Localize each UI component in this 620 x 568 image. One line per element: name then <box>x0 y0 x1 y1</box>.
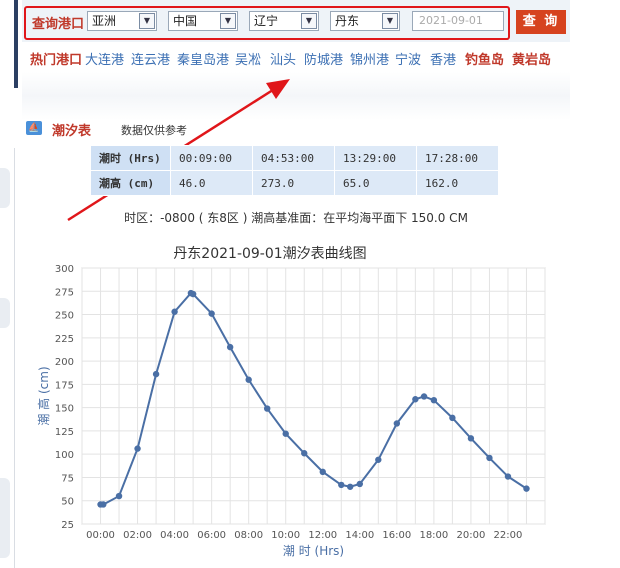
tide-data-point <box>319 468 326 476</box>
y-tick-label: 50 <box>61 497 74 508</box>
y-axis-label: 潮 高 (cm) <box>36 366 51 425</box>
tide-data-point <box>264 405 271 412</box>
x-tick-label: 02:00 <box>123 530 152 541</box>
x-tick-label: 00:00 <box>86 530 115 541</box>
tide-data-point <box>467 435 475 442</box>
tide-data-point <box>245 376 252 383</box>
y-tick-label: 300 <box>55 264 74 275</box>
tide-data-point <box>115 492 123 500</box>
x-tick-label: 10:00 <box>271 530 300 541</box>
tide-data-point <box>208 310 215 317</box>
y-tick-label: 225 <box>55 334 74 345</box>
tide-data-point <box>282 430 289 437</box>
y-tick-label: 250 <box>55 311 74 322</box>
y-tick-label: 125 <box>55 427 74 438</box>
tide-data-point <box>152 370 160 378</box>
x-axis-label: 潮 时 (Hrs) <box>283 543 344 558</box>
y-tick-label: 150 <box>55 404 74 415</box>
x-tick-label: 18:00 <box>419 530 448 541</box>
x-tick-label: 20:00 <box>457 530 486 541</box>
tide-data-point <box>301 450 308 457</box>
x-tick-label: 16:00 <box>382 530 411 541</box>
y-tick-label: 275 <box>55 287 74 298</box>
x-tick-label: 06:00 <box>197 530 226 541</box>
tide-data-point <box>171 308 178 315</box>
tide-data-point <box>430 396 438 404</box>
y-tick-label: 175 <box>55 380 74 391</box>
x-tick-label: 08:00 <box>234 530 263 541</box>
y-tick-label: 75 <box>61 473 74 484</box>
y-tick-label: 25 <box>61 520 74 531</box>
tide-data-point <box>346 483 354 490</box>
tide-data-point <box>356 480 363 488</box>
tide-data-point <box>420 393 428 400</box>
tide-data-point <box>338 481 345 489</box>
tide-data-point <box>504 473 512 480</box>
tide-chart: 25 50 75 100 125 150 175 200 225 250 275 300 00:00 02… <box>36 264 546 558</box>
tide-data-point <box>449 414 456 422</box>
tide-data-point <box>523 485 530 492</box>
tide-data-point <box>412 396 419 403</box>
tide-data-point <box>134 445 141 452</box>
x-tick-label: 22:00 <box>494 530 523 541</box>
tide-data-point <box>393 420 401 427</box>
x-tick-label: 14:00 <box>345 530 374 541</box>
tide-data-point <box>486 454 493 462</box>
tide-data-point <box>100 501 107 508</box>
tide-data-point <box>375 456 382 463</box>
y-tick-label: 100 <box>55 450 74 461</box>
x-tick-label: 04:00 <box>160 530 189 541</box>
tide-data-point <box>226 343 234 351</box>
tide-data-point <box>189 290 197 298</box>
x-tick-label: 12:00 <box>308 530 337 541</box>
y-tick-label: 200 <box>55 357 74 368</box>
